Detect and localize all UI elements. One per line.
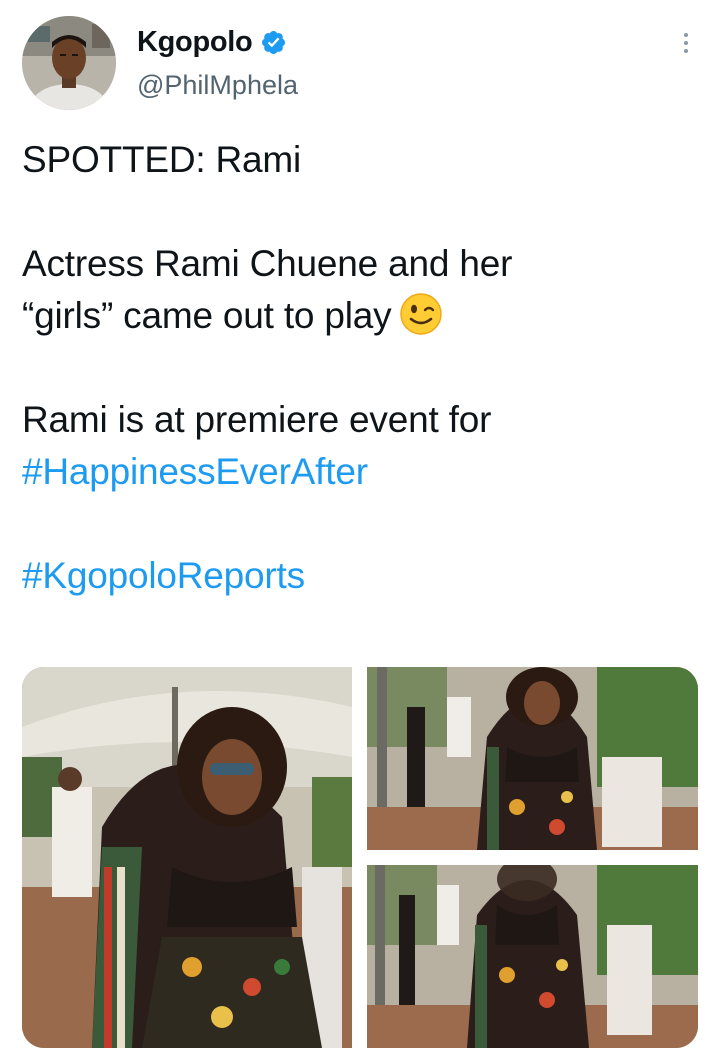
winking-face-emoji-icon — [400, 293, 443, 335]
tweet-photo[interactable] — [367, 667, 698, 850]
hashtag-link[interactable]: #HappinessEverAfter — [22, 446, 698, 498]
media-grid — [22, 667, 698, 1048]
tweet-line: “girls” came out to play — [22, 295, 392, 336]
tweet-line: Rami is at premiere event for — [22, 399, 492, 440]
more-options-icon[interactable] — [674, 28, 698, 58]
tweet-text: SPOTTED: Rami Actress Rami Chuene and he… — [22, 134, 698, 602]
tweet-line-with-emoji: “girls” came out to play — [22, 290, 698, 342]
author-display-name[interactable]: Kgopolo — [137, 26, 253, 59]
author-avatar[interactable] — [22, 16, 116, 110]
verified-badge-icon — [262, 30, 286, 55]
tweet-photo[interactable] — [22, 667, 352, 1048]
tweet-card: Kgopolo @PhilMphela SPOTTED: Rami Actres… — [0, 0, 720, 1057]
author-handle[interactable]: @PhilMphela — [137, 70, 298, 101]
tweet-line: SPOTTED: Rami — [22, 139, 302, 180]
tweet-line: Actress Rami Chuene and her — [22, 243, 513, 284]
author-name-row[interactable]: Kgopolo — [137, 26, 287, 59]
tweet-photo[interactable] — [367, 865, 698, 1048]
hashtag-link[interactable]: #KgopoloReports — [22, 550, 698, 602]
